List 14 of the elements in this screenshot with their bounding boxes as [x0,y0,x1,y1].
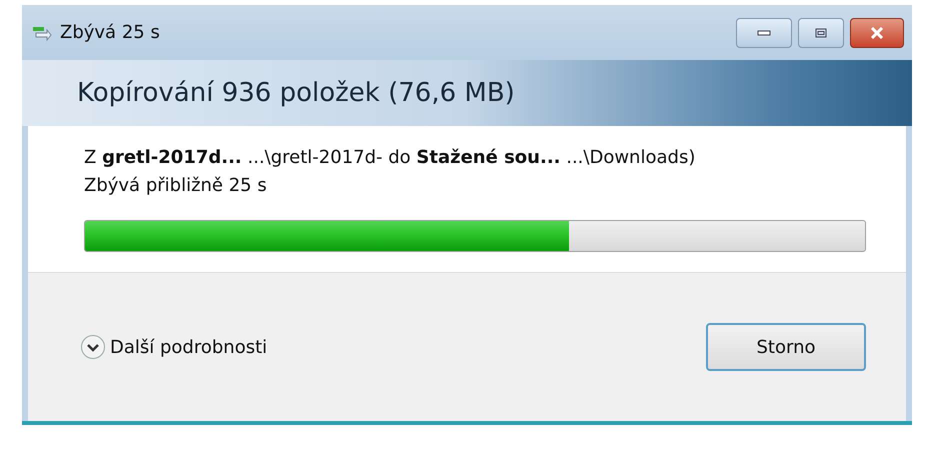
maximize-button[interactable] [798,18,844,48]
minimize-icon [757,30,771,36]
chevron-circle-icon [80,334,106,360]
copy-arrows-icon [32,24,52,40]
close-icon [870,26,884,38]
details-toggle[interactable]: Další podrobnosti [80,334,268,360]
copy-source-text: Z gretl-2017d... ...\gretl-2017d- do Stažené sou... ...\Downloads) [84,146,696,170]
cancel-button[interactable]: Storno [706,323,866,371]
window-title: Zbývá 25 s [60,22,160,43]
time-remaining-text: Zbývá přibližně 25 s [84,174,268,198]
minimize-button[interactable] [736,18,792,48]
dialog-heading: Kopírování 936 položek (76,6 MB) [77,78,515,108]
maximize-icon [815,28,827,38]
close-button[interactable] [850,18,904,48]
